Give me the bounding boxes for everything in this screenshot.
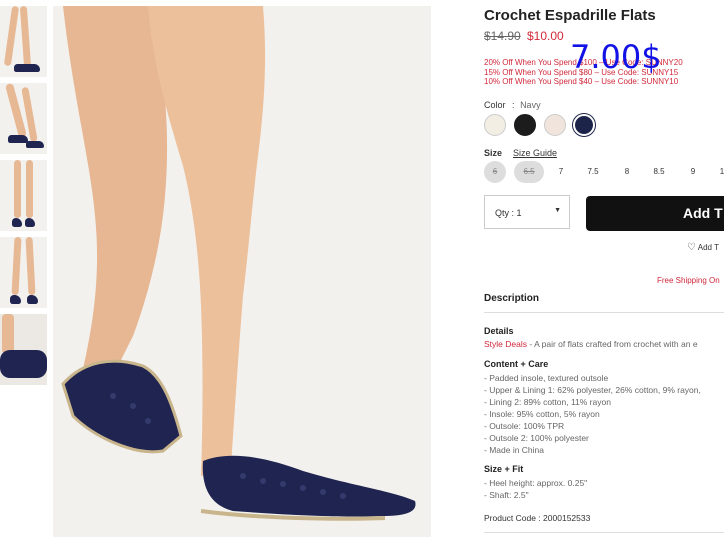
add-to-wishlist-label: Add T bbox=[697, 243, 719, 252]
fit-line: - Heel height: approx. 0.25" bbox=[484, 478, 588, 488]
chevron-down-icon: ▼ bbox=[554, 207, 561, 214]
thumbnail-3[interactable] bbox=[0, 160, 47, 231]
swatch-cream[interactable] bbox=[484, 114, 506, 136]
fit-line: - Shaft: 2.5" bbox=[484, 490, 529, 500]
quantity-select[interactable]: Qty : 1 ▼ bbox=[484, 195, 570, 229]
size-option-6[interactable]: 6 bbox=[484, 161, 506, 183]
main-product-image[interactable] bbox=[53, 6, 431, 537]
thumbnail-1[interactable] bbox=[0, 6, 47, 77]
description-heading[interactable]: Description bbox=[484, 293, 539, 304]
size-option-10[interactable]: 1 bbox=[716, 161, 724, 183]
thumbnail-5[interactable] bbox=[0, 314, 47, 385]
details-text: Style Deals - A pair of flats crafted fr… bbox=[484, 339, 698, 349]
content-line: - Upper & Lining 1: 62% polyester, 26% c… bbox=[484, 385, 701, 395]
size-option-7-5[interactable]: 7.5 bbox=[583, 161, 603, 183]
thumbnail-2[interactable] bbox=[0, 83, 47, 154]
size-fit-heading: Size + Fit bbox=[484, 464, 524, 474]
product-info-panel: Crochet Espadrille Flats $14.90 $10.00 2… bbox=[484, 0, 724, 537]
details-heading: Details bbox=[484, 326, 514, 336]
size-option-8[interactable]: 8 bbox=[618, 161, 636, 183]
size-option-6-5[interactable]: 6.5 bbox=[514, 161, 544, 183]
color-label-text: Color bbox=[484, 100, 506, 110]
content-line: - Made in China bbox=[484, 445, 545, 455]
quantity-value: Qty : 1 bbox=[495, 208, 522, 218]
thumbnail-4[interactable] bbox=[0, 237, 47, 308]
color-selected-value: Navy bbox=[520, 100, 541, 110]
product-code: Product Code : 2000152533 bbox=[484, 513, 591, 523]
details-description: - A pair of flats crafted from crochet w… bbox=[527, 339, 698, 349]
color-label: Color : Navy bbox=[484, 100, 541, 110]
free-shipping-notice: Free Shipping On bbox=[657, 276, 720, 285]
product-title: Crochet Espadrille Flats bbox=[484, 7, 656, 24]
thumbnail-list bbox=[0, 6, 48, 391]
heart-icon: ♡ bbox=[687, 242, 696, 253]
color-separator: : bbox=[512, 100, 515, 110]
content-line: - Outsole: 100% TPR bbox=[484, 421, 565, 431]
style-deals-label: Style Deals bbox=[484, 339, 527, 349]
original-price: $14.90 bbox=[484, 29, 521, 43]
divider bbox=[484, 532, 724, 533]
swatch-navy-selected[interactable] bbox=[573, 114, 595, 136]
add-to-bag-button[interactable]: Add T bbox=[586, 196, 724, 231]
sale-price: $10.00 bbox=[527, 29, 564, 43]
size-option-7[interactable]: 7 bbox=[552, 161, 570, 183]
size-label: Size bbox=[484, 148, 503, 158]
size-option-8-5[interactable]: 8.5 bbox=[649, 161, 669, 183]
size-option-9[interactable]: 9 bbox=[684, 161, 702, 183]
swatch-blush[interactable] bbox=[544, 114, 566, 136]
promo-line-3: 10% Off When You Spend $40 – Use Code: S… bbox=[484, 77, 679, 86]
overlay-price-annotation: 7.00$ bbox=[570, 38, 662, 76]
divider bbox=[484, 312, 724, 313]
content-line: - Padded insole, textured outsole bbox=[484, 373, 609, 383]
size-guide-link[interactable]: Size Guide bbox=[513, 148, 557, 158]
content-care-heading: Content + Care bbox=[484, 359, 549, 369]
content-line: - Lining 2: 89% cotton, 11% rayon bbox=[484, 397, 611, 407]
content-line: - Outsole 2: 100% polyester bbox=[484, 433, 589, 443]
model-legs-illustration bbox=[53, 6, 431, 537]
swatch-black[interactable] bbox=[514, 114, 536, 136]
add-to-wishlist-link[interactable]: ♡ Add T bbox=[687, 242, 719, 253]
content-line: - Insole: 95% cotton, 5% rayon bbox=[484, 409, 600, 419]
